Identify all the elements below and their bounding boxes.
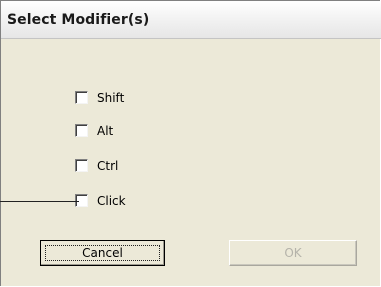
shift-checkbox[interactable] xyxy=(75,91,88,104)
ctrl-checkbox[interactable] xyxy=(75,159,88,172)
select-modifiers-dialog: Select Modifier(s) Shift Alt Ctrl Click … xyxy=(0,0,381,286)
dialog-title: Select Modifier(s) xyxy=(7,12,150,28)
ctrl-checkbox-label: Ctrl xyxy=(97,159,119,173)
alt-checkbox-label: Alt xyxy=(97,124,114,138)
shift-checkbox-label: Shift xyxy=(97,91,125,105)
ok-button[interactable]: OK xyxy=(229,240,357,266)
click-checkbox-label: Click xyxy=(97,194,126,208)
dialog-title-bar: Select Modifier(s) xyxy=(1,1,381,39)
ok-button-label: OK xyxy=(284,246,302,260)
callout-pointer-line xyxy=(0,201,79,202)
cancel-button[interactable]: Cancel xyxy=(40,240,165,266)
alt-checkbox[interactable] xyxy=(75,124,88,137)
focus-rectangle xyxy=(45,245,160,261)
